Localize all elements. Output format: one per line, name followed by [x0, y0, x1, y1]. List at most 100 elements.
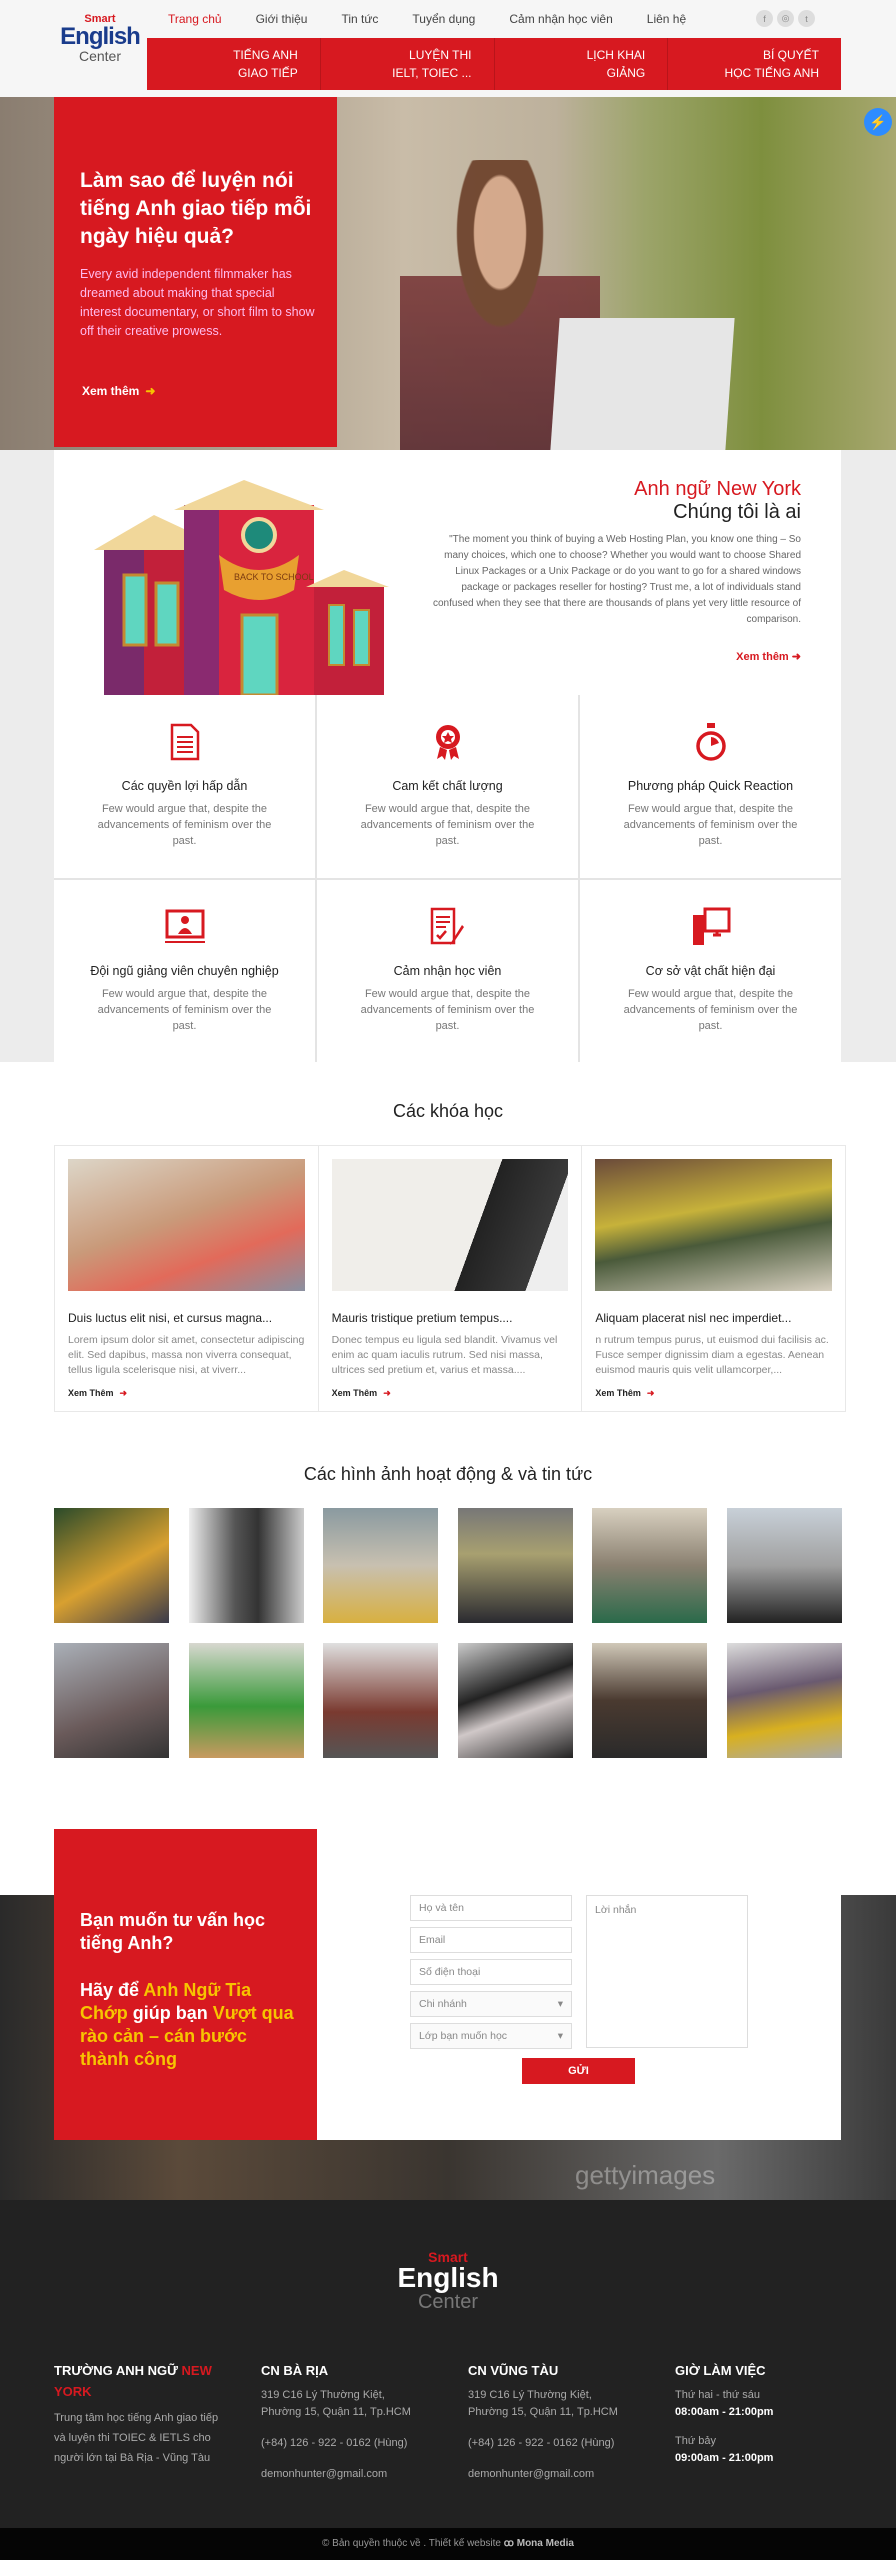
feature-title: Đội ngũ giảng viên chuyên nghiệp — [90, 963, 279, 978]
course-title[interactable]: Mauris tristique pretium tempus.... — [332, 1311, 569, 1325]
site-footer: Smart English Center TRƯỜNG ANH NGỮ NEW … — [0, 2200, 896, 2528]
menu-luyen-thi[interactable]: Luyện thi IELT, TOIEC ... — [321, 38, 495, 90]
course-more-link[interactable]: Xem Thêm ➜ — [332, 1388, 391, 1399]
hero-more-link[interactable]: Xem thêm ➜ — [82, 384, 155, 398]
copyright-bar: © Bản quyền thuộc về . Thiết kế website … — [0, 2528, 896, 2560]
gallery-photo[interactable] — [458, 1508, 573, 1623]
document-icon — [165, 721, 205, 763]
course-more-label: Xem Thêm — [68, 1388, 114, 1398]
feature-text: Few would argue that, despite the advanc… — [360, 803, 535, 847]
nav-lien-he[interactable]: Liên hệ — [647, 12, 686, 32]
owl-icon: ꝏ — [503, 2538, 517, 2549]
gallery-photo[interactable] — [458, 1643, 573, 1758]
gallery-title: Các hình ảnh hoạt động & và tin tức — [303, 1464, 593, 1484]
name-input[interactable]: Họ và tên — [410, 1895, 572, 1921]
footer-phone[interactable]: (+84) 126 - 922 - 0162 (Hùng) — [468, 2435, 658, 2452]
feature-title: Cam kết chất lượng — [392, 779, 503, 793]
school-building-illustration: BACK TO SCHOOL — [94, 480, 389, 695]
course-text: Donec tempus eu ligula sed blandit. Viva… — [331, 1334, 558, 1376]
gallery-photo[interactable] — [54, 1508, 169, 1623]
course-more-link[interactable]: Xem Thêm ➜ — [68, 1388, 127, 1399]
designer-name: Mona Media — [516, 2538, 574, 2549]
gallery-photo[interactable] — [323, 1508, 438, 1623]
feature-text: Few would argue that, despite the advanc… — [360, 987, 535, 1032]
course-card[interactable]: Aliquam placerat nisl nec imperdiet... n … — [582, 1146, 845, 1411]
course-card[interactable]: Mauris tristique pretium tempus.... Donec… — [319, 1146, 583, 1411]
phone-input[interactable]: Số điện thoại — [410, 1959, 572, 1985]
caret-down-icon: ▾ — [557, 2030, 563, 2042]
gallery-photo[interactable] — [189, 1508, 304, 1623]
gallery-photo[interactable] — [54, 1643, 169, 1758]
footer-address: 319 C16 Lý Thường Kiệt, Phường 15, Quận … — [261, 2389, 411, 2418]
course-image[interactable] — [68, 1159, 305, 1291]
course-image[interactable] — [595, 1159, 833, 1291]
messenger-icon[interactable]: ⚡ — [864, 108, 892, 136]
course-image[interactable] — [331, 1159, 569, 1291]
desktop-computer-icon — [691, 906, 731, 948]
course-text: n rutrum tempus purus, ut euismod dui fa… — [595, 1334, 829, 1376]
nav-trang-chu[interactable]: Trang chủ — [168, 12, 222, 32]
feature-card: Đội ngũ giảng viên chuyên nghiệp Few woul… — [54, 879, 315, 1062]
nav-gioi-thieu[interactable]: Giới thiệu — [256, 12, 308, 32]
feature-card: Cơ sở vật chất hiện đại Few would argue t… — [580, 879, 841, 1062]
feature-text: Few would argue that, despite the advanc… — [97, 803, 272, 847]
footer-branch-baria: CN BÀ RỊA 319 C16 Lý Thường Kiệt, Phường… — [261, 2360, 451, 2483]
nav-tuyen-dung[interactable]: Tuyển dụng — [412, 12, 475, 32]
gallery-photo[interactable] — [727, 1643, 842, 1758]
instagram-icon[interactable]: ◎ — [777, 10, 794, 27]
message-textarea[interactable]: Lời nhắn — [586, 1895, 748, 2048]
gallery-photo[interactable] — [189, 1643, 304, 1758]
course-more-label: Xem Thêm — [331, 1388, 378, 1398]
menu-bi-quyet[interactable]: Bí quyết học tiếng Anh — [668, 38, 841, 90]
hero-body: Every avid independent filmmaker has dre… — [80, 267, 315, 338]
course-title[interactable]: Aliquam placerat nisl nec imperdiet... — [595, 1311, 832, 1325]
gallery-photo[interactable] — [727, 1508, 842, 1623]
logo[interactable]: Smart English Center — [60, 14, 141, 74]
arrow-right-icon: ➜ — [646, 1388, 655, 1398]
top-nav: Trang chủ Giới thiệu Tin tức Tuyển dụng … — [168, 12, 720, 32]
course-title[interactable]: Duis luctus elit nisi, et cursus magna..… — [68, 1311, 305, 1325]
hero-more-label: Xem thêm — [82, 384, 140, 398]
footer-title-part: TRƯỜNG ANH NGỮ — [54, 2363, 182, 2378]
about-more-link[interactable]: Xem thêm ➜ — [736, 650, 801, 663]
feature-card: Các quyền lợi hấp dẫn Few would argue tha… — [54, 695, 315, 878]
class-select[interactable]: Lớp bạn muốn học ▾ — [410, 2023, 572, 2049]
footer-email[interactable]: demonhunter@gmail.com — [468, 2466, 658, 2483]
course-text: Lorem ipsum dolor sit amet, consectetur … — [68, 1334, 305, 1376]
main-menu: Tiếng Anh Giao tiếp Luyện thi IELT, TOIE… — [147, 38, 841, 90]
menu-lich-khai-giang[interactable]: Lịch khai giảng — [495, 38, 669, 90]
footer-phone[interactable]: (+84) 126 - 922 - 0162 (Hùng) — [261, 2435, 451, 2452]
twitter-icon[interactable]: t — [798, 10, 815, 27]
footer-about-text: Trung tâm học tiếng Anh giao tiếp và luy… — [54, 2412, 219, 2464]
email-input[interactable]: Email — [410, 1927, 572, 1953]
submit-button[interactable]: GỬI — [522, 2058, 635, 2084]
gallery-photo[interactable] — [592, 1508, 707, 1623]
logo-english: English — [397, 2262, 499, 2293]
gallery-photo[interactable] — [592, 1643, 707, 1758]
feature-card: Phương pháp Quick Reaction Few would argu… — [580, 695, 841, 878]
about-body: "The moment you think of buying a Web Ho… — [433, 534, 801, 625]
gallery-photo[interactable] — [323, 1643, 438, 1758]
mona-media-link[interactable]: ꝏ Mona Media — [504, 2538, 574, 2549]
branch-select[interactable]: Chi nhánh ▾ — [410, 1991, 572, 2017]
course-card[interactable]: Duis luctus elit nisi, et cursus magna..… — [55, 1146, 319, 1411]
feature-title: Phương pháp Quick Reaction — [627, 779, 794, 793]
nav-cam-nhan[interactable]: Cảm nhận học viên — [509, 12, 612, 32]
copyright-text: © Bản quyền thuộc về . Thiết kế website — [322, 2538, 504, 2549]
logo-center: Center — [417, 2291, 479, 2313]
branch-select-value: Chi nhánh — [419, 1998, 467, 2010]
footer-logo[interactable]: Smart English Center — [388, 2250, 508, 2312]
hero-textbox: Làm sao để luyện nói tiếng Anh giao tiếp… — [54, 97, 337, 447]
menu-giao-tiep[interactable]: Tiếng Anh Giao tiếp — [147, 38, 321, 90]
footer-email[interactable]: demonhunter@gmail.com — [261, 2466, 451, 2483]
facebook-icon[interactable]: f — [756, 10, 773, 27]
teacher-screen-icon — [164, 906, 205, 948]
about-more-label: Xem thêm — [736, 651, 789, 663]
award-ribbon-icon — [428, 721, 468, 763]
footer-branch-vungtau: CN VŨNG TÀU 319 C16 Lý Thường Kiệt, Phườ… — [468, 2360, 658, 2483]
arrow-right-icon: ➜ — [383, 1388, 391, 1398]
banner-text: BACK TO SCHOOL — [234, 572, 314, 582]
nav-tin-tuc[interactable]: Tin tức — [341, 12, 378, 32]
feature-card: Cam kết chất lượng Few would argue that, … — [317, 695, 578, 878]
course-more-link[interactable]: Xem Thêm ➜ — [595, 1388, 654, 1399]
